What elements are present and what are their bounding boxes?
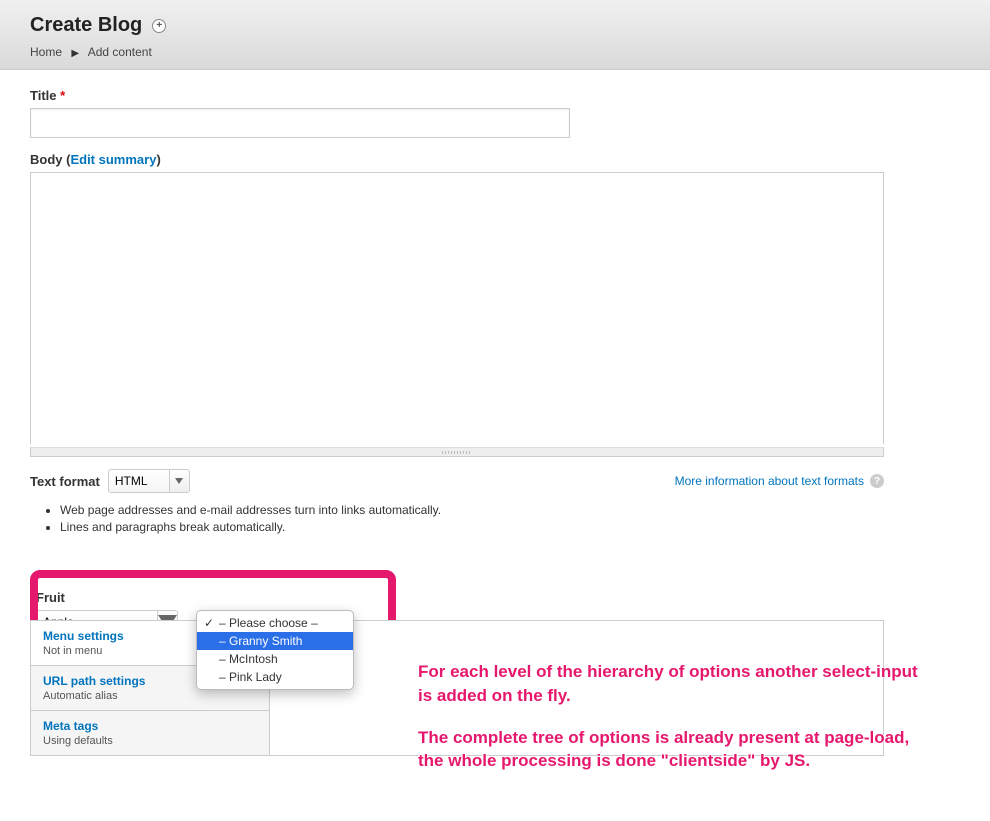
- text-format-left: Text format: [30, 469, 190, 493]
- fruit-option[interactable]: – Granny Smith: [197, 632, 353, 650]
- fruit-label: Fruit: [36, 590, 428, 605]
- tip-item: Lines and paragraphs break automatically…: [60, 520, 960, 534]
- more-info-link[interactable]: More information about text formats: [675, 474, 864, 488]
- body-label-text: Body: [30, 152, 63, 167]
- required-marker: *: [60, 88, 65, 103]
- chevron-down-icon[interactable]: [169, 470, 189, 492]
- page-title-text: Create Blog: [30, 14, 142, 37]
- plus-icon[interactable]: +: [152, 19, 166, 33]
- fruit-option[interactable]: – Pink Lady: [197, 668, 353, 686]
- annotation-line: For each level of the hierarchy of optio…: [418, 660, 918, 708]
- text-format-value[interactable]: [109, 470, 169, 492]
- resize-handle[interactable]: [30, 447, 884, 457]
- page-title: Create Blog +: [30, 14, 960, 37]
- title-input[interactable]: [30, 108, 570, 138]
- breadcrumb-add-content[interactable]: Add content: [88, 45, 152, 59]
- body-label: Body (Edit summary): [30, 152, 960, 167]
- fruit-option[interactable]: – Please choose –: [197, 614, 353, 632]
- format-tips: Web page addresses and e-mail addresses …: [60, 503, 960, 534]
- text-format-label: Text format: [30, 474, 100, 489]
- chevron-right-icon: ▶: [71, 48, 79, 59]
- title-label: Title *: [30, 88, 960, 103]
- content: Title * Body (Edit summary) Text format …: [0, 70, 990, 774]
- text-format-row: Text format More information about text …: [30, 469, 884, 493]
- fruit-level2-menu[interactable]: – Please choose – – Granny Smith – McInt…: [196, 610, 354, 690]
- annotation-line: The complete tree of options is already …: [418, 726, 918, 774]
- edit-summary-link[interactable]: Edit summary: [70, 152, 156, 167]
- breadcrumb-home[interactable]: Home: [30, 45, 62, 59]
- breadcrumb: Home ▶ Add content: [30, 45, 960, 59]
- fruit-option[interactable]: – McIntosh: [197, 650, 353, 668]
- text-format-right: More information about text formats ?: [675, 474, 884, 488]
- vtab-subtitle: Using defaults: [43, 735, 257, 747]
- annotation-callout: For each level of the hierarchy of optio…: [418, 660, 918, 773]
- body-textarea[interactable]: [30, 172, 884, 444]
- tip-item: Web page addresses and e-mail addresses …: [60, 503, 960, 517]
- vtab-title: Meta tags: [43, 719, 257, 733]
- vtab-meta-tags[interactable]: Meta tags Using defaults: [31, 711, 269, 755]
- fruit-level2-select[interactable]: – Please choose – – Granny Smith – McInt…: [200, 610, 350, 632]
- vtab-subtitle: Automatic alias: [43, 690, 257, 702]
- title-label-text: Title: [30, 88, 57, 103]
- text-format-select[interactable]: [108, 469, 190, 493]
- header-bar: Create Blog + Home ▶ Add content: [0, 0, 990, 70]
- help-icon[interactable]: ?: [870, 474, 884, 488]
